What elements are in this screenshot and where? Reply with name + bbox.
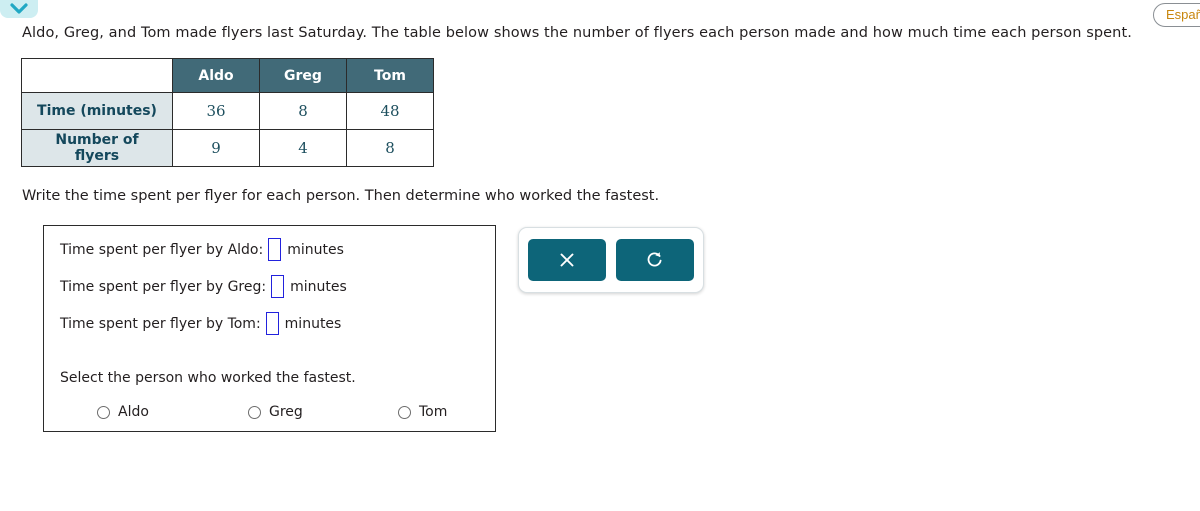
flyers-data-table: Aldo Greg Tom Time (minutes) 36 8 48 Num… [21, 58, 434, 167]
table-header-greg: Greg [259, 58, 347, 93]
cell-time-tom: 48 [346, 92, 434, 130]
radio-circle-icon[interactable] [398, 405, 411, 419]
radio-label-tom: Tom [419, 404, 448, 420]
radio-option-aldo[interactable]: Aldo [97, 404, 149, 420]
table-corner-cell [21, 58, 173, 93]
answer-label-aldo: Time spent per flyer by Aldo: [60, 241, 264, 258]
answer-input-greg[interactable] [271, 275, 285, 298]
answer-label-greg: Time spent per flyer by Greg: [60, 278, 267, 295]
cell-flyers-tom: 8 [346, 129, 434, 167]
fastest-person-radio-group: Aldo Greg Tom [44, 404, 497, 424]
undo-reset-button[interactable] [616, 239, 694, 281]
cell-time-greg: 8 [259, 92, 347, 130]
row-label-flyers: Number of flyers [21, 129, 173, 167]
answer-units-tom: minutes [284, 315, 342, 332]
cell-flyers-greg: 4 [259, 129, 347, 167]
answer-row-aldo: Time spent per flyer by Aldo: minutes [60, 238, 344, 261]
answer-row-greg: Time spent per flyer by Greg: minutes [60, 275, 347, 298]
radio-option-tom[interactable]: Tom [398, 404, 447, 420]
answer-units-aldo: minutes [287, 241, 344, 258]
cell-flyers-aldo: 9 [172, 129, 260, 167]
answer-input-aldo[interactable] [268, 238, 282, 261]
table-row: Time (minutes) 36 8 48 [21, 92, 434, 130]
collapse-panel-toggle[interactable] [0, 0, 38, 18]
table-header-aldo: Aldo [172, 58, 260, 93]
problem-statement: Aldo, Greg, and Tom made flyers last Sat… [22, 25, 1132, 41]
radio-label-greg: Greg [269, 404, 303, 420]
radio-option-greg[interactable]: Greg [248, 404, 303, 420]
undo-circular-arrow-icon [644, 249, 666, 271]
exercise-page: Español Aldo, Greg, and Tom made flyers … [0, 0, 1200, 511]
radio-circle-icon[interactable] [97, 405, 110, 419]
radio-circle-icon[interactable] [248, 405, 261, 419]
answer-label-tom: Time spent per flyer by Tom: [60, 315, 261, 332]
chevron-down-icon [10, 3, 28, 15]
answer-panel: Time spent per flyer by Aldo: minutes Ti… [43, 225, 496, 432]
table-header-tom: Tom [346, 58, 434, 93]
clear-answer-button[interactable] [528, 239, 606, 281]
radio-label-aldo: Aldo [118, 404, 149, 420]
table-row: Number of flyers 9 4 8 [21, 129, 434, 167]
close-x-icon [557, 250, 577, 270]
language-toggle-button[interactable]: Español [1153, 3, 1200, 27]
answer-input-tom[interactable] [265, 312, 279, 335]
answer-tools-panel [518, 227, 704, 293]
select-fastest-prompt: Select the person who worked the fastest… [60, 370, 356, 386]
table-header-row: Aldo Greg Tom [21, 58, 434, 93]
task-instruction: Write the time spent per flyer for each … [22, 188, 660, 204]
answer-units-greg: minutes [290, 278, 347, 295]
row-label-time: Time (minutes) [21, 92, 173, 130]
cell-time-aldo: 36 [172, 92, 260, 130]
answer-row-tom: Time spent per flyer by Tom: minutes [60, 312, 341, 335]
